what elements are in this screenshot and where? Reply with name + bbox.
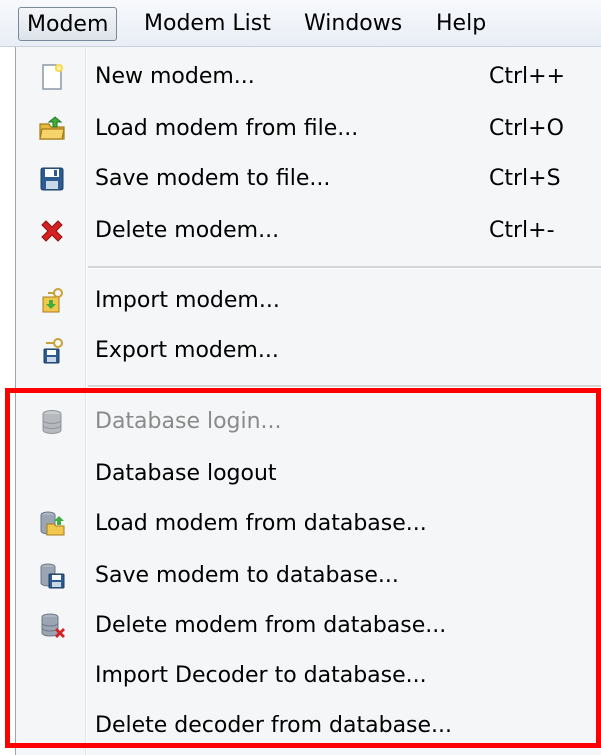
menu-item-import-modem[interactable]: Import modem... [16,277,601,325]
menu-separator [88,266,601,269]
menu-item-load-modem-from-file[interactable]: Load modem from file... Ctrl+O [16,105,601,153]
open-folder-icon [38,115,66,143]
menu-item-save-modem-to-file[interactable]: Save modem to file... Ctrl+S [16,155,601,203]
export-key-icon [38,337,66,365]
menu-item-label: Delete modem... [95,218,280,243]
shortcut-label: Ctrl+O [489,116,564,141]
menu-help[interactable]: Help [428,7,494,41]
shortcut-label: Ctrl+- [489,218,555,243]
shortcut-label: Ctrl++ [489,64,566,89]
menu-item-label: Save modem to file... [95,166,331,191]
menu-item-export-modem[interactable]: Export modem... [16,327,601,375]
menu-item-label: Export modem... [95,338,279,363]
menu-item-delete-modem[interactable]: Delete modem... Ctrl+- [16,207,601,255]
menu-item-label: Load modem from file... [95,116,359,141]
import-key-icon [38,287,66,315]
menu-windows[interactable]: Windows [296,7,410,41]
menu-modem-list[interactable]: Modem List [136,7,279,41]
shortcut-label: Ctrl+S [489,166,561,191]
new-document-icon [38,63,66,91]
menu-item-label: Import modem... [95,288,280,313]
red-x-icon [38,217,66,245]
menu-bar: Modem Modem List Windows Help [0,0,601,47]
database-items-highlight-box [5,388,601,748]
menu-item-label: New modem... [95,64,255,89]
menu-item-new-modem[interactable]: New modem... Ctrl++ [16,53,601,101]
floppy-disk-icon [38,165,66,193]
menu-modem[interactable]: Modem [18,7,118,41]
